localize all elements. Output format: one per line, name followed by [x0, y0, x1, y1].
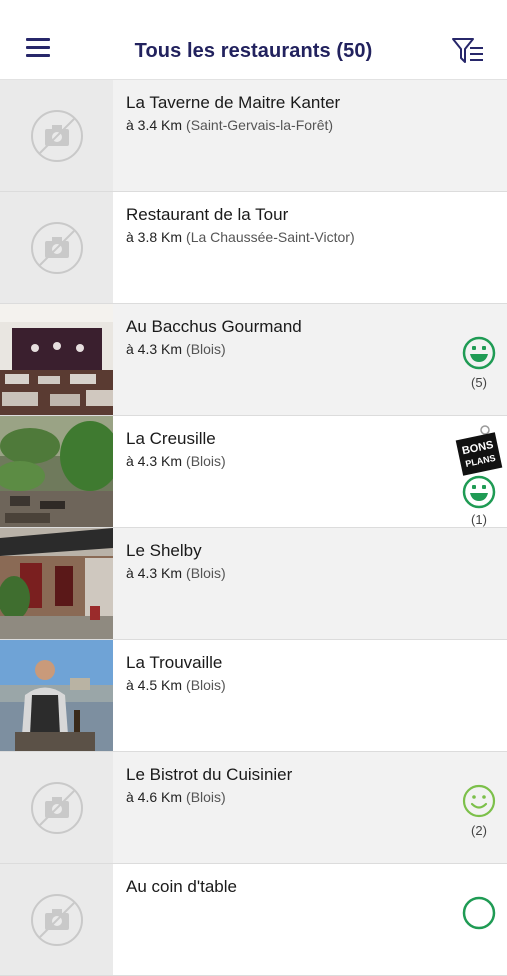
happy-smiley-icon [462, 475, 496, 509]
restaurant-row[interactable]: Le Shelby à 4.3 Km (Blois) [0, 528, 507, 640]
restaurant-list: La Taverne de Maitre Kanter à 3.4 Km (Sai… [0, 80, 507, 976]
distance: à 4.6 Km [126, 789, 183, 805]
restaurant-location: à 4.3 Km (Blois) [126, 453, 226, 469]
city: (Blois) [186, 341, 226, 357]
rating-count: (1) [471, 512, 487, 527]
rating-count: (2) [471, 823, 487, 838]
filter-list-icon[interactable] [451, 36, 485, 66]
restaurant-row[interactable]: Restaurant de la Tour à 3.8 Km (La Chauss… [0, 192, 507, 304]
thumbnail-placeholder [0, 192, 113, 303]
restaurant-name: La Creusille [126, 429, 216, 448]
bons-plans-badge: BONS PLANS [455, 425, 503, 476]
restaurant-name: Le Shelby [126, 541, 202, 560]
no-photo-icon [31, 110, 83, 162]
smiley-icon [462, 784, 496, 818]
restaurant-name: Au Bacchus Gourmand [126, 317, 302, 336]
restaurant-row[interactable]: La Trouvaille à 4.5 Km (Blois) [0, 640, 507, 752]
city: (La Chaussée-Saint-Victor) [186, 229, 355, 245]
distance: à 4.5 Km [126, 677, 183, 693]
distance: à 3.8 Km [126, 229, 183, 245]
distance: à 4.3 Km [126, 341, 183, 357]
terrace-image [0, 416, 113, 527]
no-photo-icon [31, 222, 83, 274]
distance: à 4.3 Km [126, 565, 183, 581]
thumbnail-placeholder [0, 752, 113, 863]
distance: à 4.3 Km [126, 453, 183, 469]
thumbnail-placeholder [0, 80, 113, 191]
restaurant-location: à 4.6 Km (Blois) [126, 789, 226, 805]
restaurant-row[interactable]: Le Bistrot du Cuisinier à 4.6 Km (Blois) … [0, 752, 507, 864]
no-photo-icon [31, 894, 83, 946]
restaurant-name: Au coin d'table [126, 877, 237, 896]
happy-smiley-icon [462, 336, 496, 370]
restaurant-name: La Taverne de Maitre Kanter [126, 93, 341, 112]
restaurant-location: à 4.3 Km (Blois) [126, 565, 226, 581]
restaurant-name: La Trouvaille [126, 653, 223, 672]
restaurant-location: à 4.5 Km (Blois) [126, 677, 226, 693]
distance: à 3.4 Km [126, 117, 183, 133]
restaurant-location: à 4.3 Km (Blois) [126, 341, 226, 357]
terrace-photo [0, 416, 113, 527]
restaurant-row[interactable]: La Creusille à 4.3 Km (Blois) BONS PLANS … [0, 416, 507, 528]
page-title: Tous les restaurants (50) [134, 40, 373, 62]
restaurant-row[interactable]: Au Bacchus Gourmand à 4.3 Km (Blois) (5) [0, 304, 507, 416]
restaurant-name: Restaurant de la Tour [126, 205, 289, 224]
restaurant-row[interactable]: Au coin d'table [0, 864, 507, 976]
city: (Saint-Gervais-la-Forêt) [186, 117, 334, 133]
restaurant-row[interactable]: La Taverne de Maitre Kanter à 3.4 Km (Sai… [0, 80, 507, 192]
app-header: Tous les restaurants (50) [0, 0, 507, 80]
chef-image [0, 640, 113, 751]
storefront-image [0, 528, 113, 639]
no-photo-icon [31, 782, 83, 834]
chef-photo [0, 640, 113, 751]
city: (Blois) [186, 789, 226, 805]
city: (Blois) [186, 565, 226, 581]
restaurant-location: à 3.4 Km (Saint-Gervais-la-Forêt) [126, 117, 333, 133]
restaurant-name: Le Bistrot du Cuisinier [126, 765, 293, 784]
thumbnail-placeholder [0, 864, 113, 975]
happy-smiley-icon [462, 896, 496, 930]
dining-room-image [0, 304, 113, 415]
dining-room-photo [0, 304, 113, 415]
storefront-photo [0, 528, 113, 639]
city: (Blois) [186, 453, 226, 469]
rating-count: (5) [471, 375, 487, 390]
city: (Blois) [186, 677, 226, 693]
restaurant-location: à 3.8 Km (La Chaussée-Saint-Victor) [126, 229, 355, 245]
